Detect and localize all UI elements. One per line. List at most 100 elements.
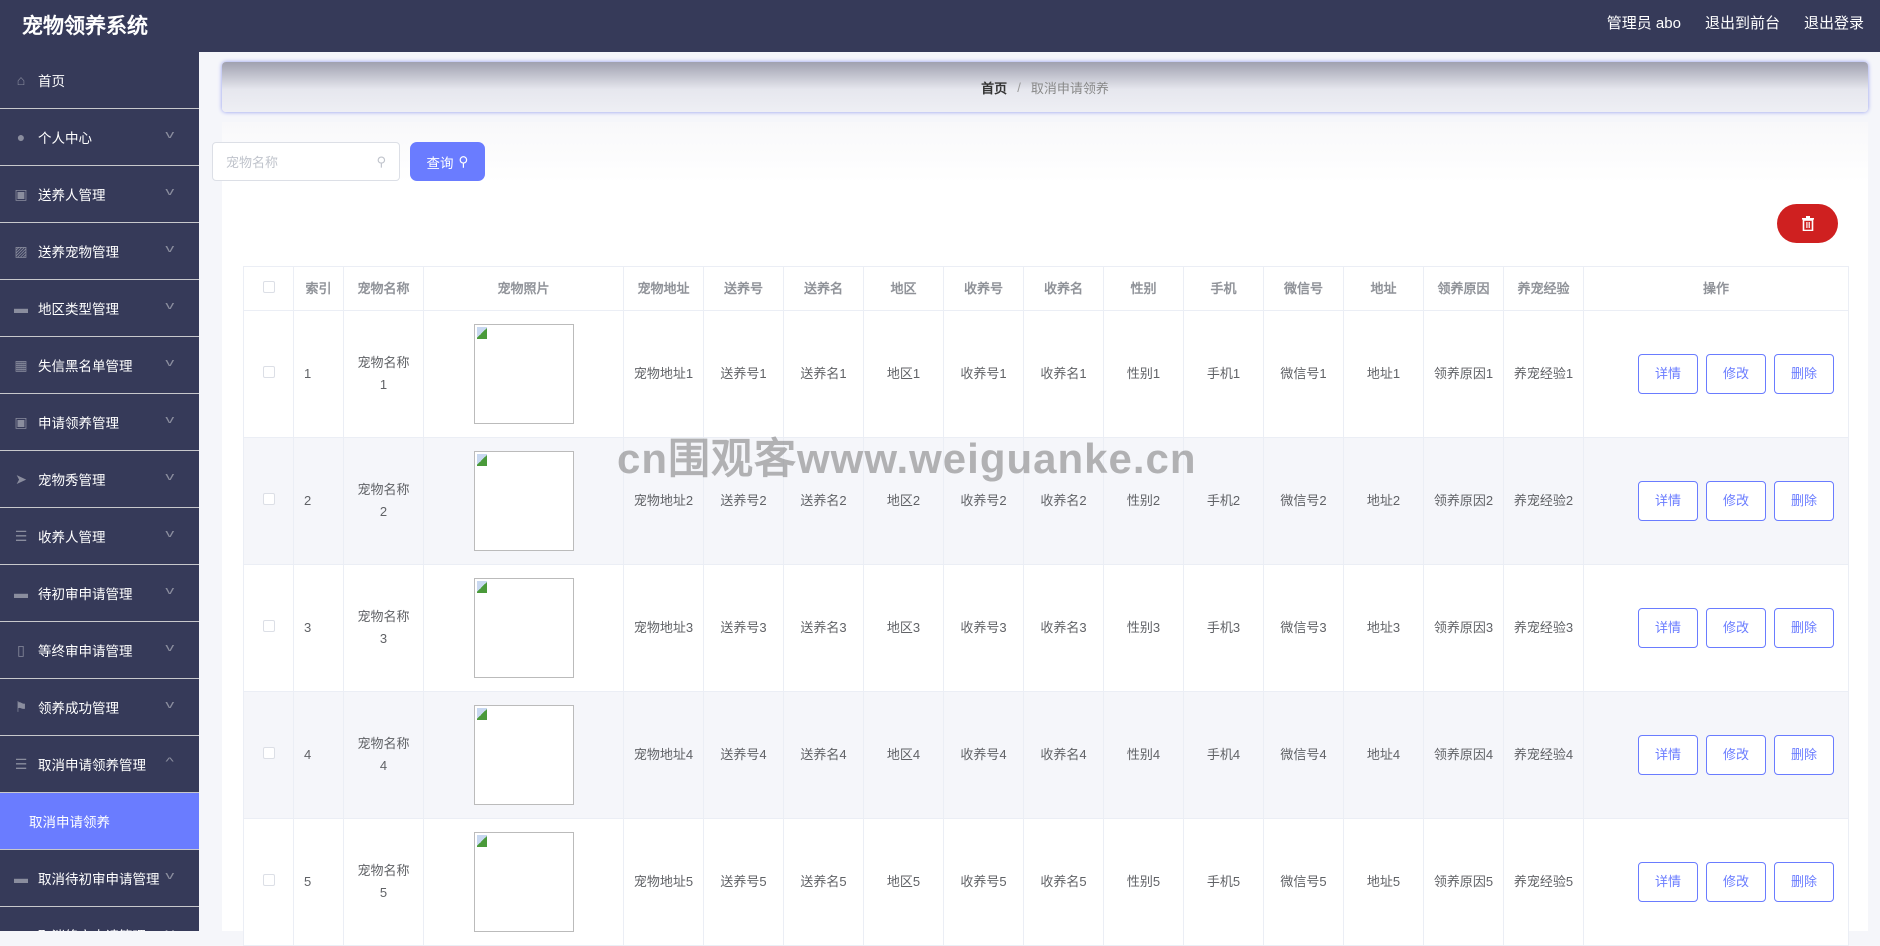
sidebar-item-2[interactable]: ▣ 送养人管理 v: [0, 166, 199, 223]
table-cell: 微信号5: [1263, 818, 1344, 946]
sidebar-item-0[interactable]: ⌂ 首页: [0, 52, 199, 109]
detail-button[interactable]: 详情: [1638, 354, 1698, 394]
edit-button[interactable]: 修改: [1706, 608, 1766, 648]
sidebar-item-3[interactable]: ▨ 送养宠物管理 v: [0, 223, 199, 280]
delete-button[interactable]: 删除: [1774, 862, 1834, 902]
detail-button[interactable]: 详情: [1638, 608, 1698, 648]
detail-button[interactable]: 详情: [1638, 735, 1698, 775]
cell-pet-name: 宠物名称2: [343, 437, 424, 565]
breadcrumb-current: 取消申请领养: [1030, 80, 1109, 96]
detail-button[interactable]: 详情: [1638, 481, 1698, 521]
chevron-down-icon: v: [165, 471, 175, 483]
breadcrumb: 首页 / 取消申请领养: [222, 62, 1868, 112]
table-cell: 养宠经验4: [1503, 691, 1584, 819]
table-row: 3 宠物名称3 宠物地址3 送养号3 送养名3 地区3 收养号3 收养名3 性别3 手机3 微信号3…: [243, 564, 1849, 692]
table-cell: 手机4: [1183, 691, 1264, 819]
delete-button[interactable]: 删除: [1774, 354, 1834, 394]
sidebar-item-9[interactable]: ▬ 待初审申请管理 v: [0, 565, 199, 622]
row-checkbox[interactable]: [262, 747, 275, 759]
chevron-down-icon: v: [165, 642, 175, 654]
table-cell: 地区3: [863, 564, 944, 692]
sidebar-item-8[interactable]: ☰ 收养人管理 v: [0, 508, 199, 565]
column-header: 宠物照片: [423, 266, 624, 311]
cell-actions: 详情 修改 删除: [1583, 818, 1849, 946]
sidebar-item-13[interactable]: ▬ 取消待初审申请管理 v: [0, 850, 199, 907]
chevron-down-icon: v: [165, 414, 175, 426]
sliders-icon: ☰: [14, 755, 28, 772]
edit-button[interactable]: 修改: [1706, 862, 1766, 902]
pet-name-search-input[interactable]: 宠物名称 ⚲: [212, 142, 400, 181]
table-cell: 性别2: [1103, 437, 1184, 565]
back-to-front-link[interactable]: 退出到前台: [1705, 12, 1780, 33]
delete-button[interactable]: 删除: [1774, 735, 1834, 775]
cell-actions: 详情 修改 删除: [1583, 437, 1849, 565]
sidebar-item-12[interactable]: ☰ 取消申请领养管理 ^: [0, 736, 199, 793]
chart-icon: ▨: [14, 242, 28, 259]
sidebar-item-6[interactable]: ▣ 申请领养管理 v: [0, 394, 199, 451]
table-cell: 宠物地址5: [623, 818, 704, 946]
row-checkbox[interactable]: [262, 366, 275, 378]
send-icon: ➤: [15, 470, 27, 487]
list-icon: ☰: [14, 527, 28, 544]
table-cell: 送养号3: [703, 564, 784, 692]
sidebar-item-label: 首页: [38, 74, 65, 89]
sidebar-item-label: 取消终审申请管理: [38, 925, 146, 931]
app-title: 宠物领养系统: [22, 15, 148, 38]
column-header: 送养名: [783, 266, 864, 311]
row-checkbox[interactable]: [262, 493, 275, 505]
sidebar-item-label: 取消申请领养管理: [38, 758, 146, 773]
sidebar-item-14[interactable]: ⊘ 取消终审申请管理 v: [0, 907, 199, 932]
column-header: 宠物名称: [343, 266, 424, 311]
batch-delete-button[interactable]: [1777, 204, 1838, 243]
row-checkbox[interactable]: [262, 620, 275, 632]
pet-photo-broken-image: [473, 578, 574, 678]
cell-index: 1: [293, 310, 344, 438]
table-cell: 收养名1: [1023, 310, 1104, 438]
table-cell: 微信号4: [1263, 691, 1344, 819]
edit-button[interactable]: 修改: [1706, 481, 1766, 521]
breadcrumb-home[interactable]: 首页: [981, 78, 1007, 97]
row-select-cell: [243, 691, 294, 819]
column-header: 微信号: [1263, 266, 1344, 311]
sidebar-item-10[interactable]: ▯ 等终审申请管理 v: [0, 622, 199, 679]
chevron-down-icon: v: [165, 300, 175, 312]
row-select-cell: [243, 564, 294, 692]
sidebar-item-5[interactable]: ▦ 失信黑名单管理 v: [0, 337, 199, 394]
sidebar-item-11[interactable]: ⚑ 领养成功管理 v: [0, 679, 199, 736]
cell-pet-photo: [423, 691, 624, 819]
column-header: 性别: [1103, 266, 1184, 311]
row-checkbox[interactable]: [262, 874, 275, 886]
sidebar-item-7[interactable]: ➤ 宠物秀管理 v: [0, 451, 199, 508]
table-cell: 微信号1: [1263, 310, 1344, 438]
cell-pet-photo: [423, 437, 624, 565]
cell-pet-name: 宠物名称1: [343, 310, 424, 438]
logout-link[interactable]: 退出登录: [1804, 12, 1864, 33]
table-cell: 手机5: [1183, 818, 1264, 946]
flag-icon: ⚑: [14, 698, 28, 715]
table-cell: 地区4: [863, 691, 944, 819]
edit-button[interactable]: 修改: [1706, 354, 1766, 394]
row-select-cell: [243, 818, 294, 946]
delete-button[interactable]: 删除: [1774, 481, 1834, 521]
sidebar-item-label: 待初审申请管理: [38, 587, 133, 602]
clipboard-check-icon: ▣: [14, 413, 28, 430]
chevron-down-icon: v: [165, 243, 175, 255]
sidebar-item-4[interactable]: ▬ 地区类型管理 v: [0, 280, 199, 337]
table-cell: 性别1: [1103, 310, 1184, 438]
table-cell: 宠物地址1: [623, 310, 704, 438]
select-all-checkbox[interactable]: [262, 280, 275, 293]
sidebar-subitem-cancel-adoption[interactable]: 取消申请领养: [0, 793, 199, 850]
sidebar-item-label: 送养宠物管理: [38, 245, 119, 260]
sidebar-item-label: 领养成功管理: [38, 701, 119, 716]
sidebar-item-label: 地区类型管理: [38, 302, 119, 317]
delete-button[interactable]: 删除: [1774, 608, 1834, 648]
sidebar-item-1[interactable]: ● 个人中心 v: [0, 109, 199, 166]
home-icon: ⌂: [16, 72, 26, 88]
table-cell: 性别5: [1103, 818, 1184, 946]
edit-button[interactable]: 修改: [1706, 735, 1766, 775]
query-button[interactable]: 查询 ⚲: [410, 142, 485, 181]
cell-index: 3: [293, 564, 344, 692]
grid-icon: ▦: [14, 356, 28, 373]
column-header: 送养号: [703, 266, 784, 311]
detail-button[interactable]: 详情: [1638, 862, 1698, 902]
